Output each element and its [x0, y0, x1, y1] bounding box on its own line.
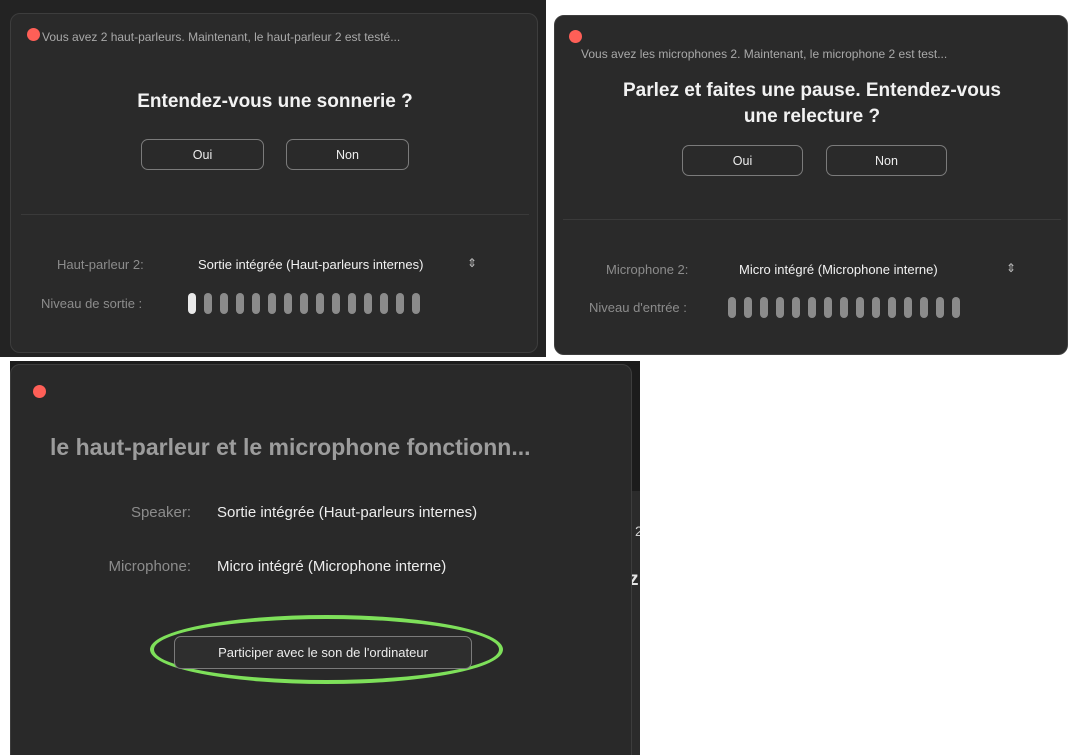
mic-test-window: Vous avez les microphones 2. Maintenant,…: [554, 15, 1068, 355]
result-panel: 2 z le haut-parleur et le microphone fon…: [10, 361, 640, 755]
yes-button[interactable]: Oui: [682, 145, 803, 176]
level-segment: [204, 293, 212, 314]
microphone-label: Microphone:: [108, 558, 191, 575]
speaker-test-question: Entendez-vous une sonnerie ?: [137, 91, 413, 112]
speaker-device-label: Haut-parleur 2:: [57, 257, 144, 272]
speaker-device-select[interactable]: Sortie intégrée (Haut-parleurs internes): [198, 257, 423, 272]
level-segment: [824, 297, 832, 318]
level-segment: [744, 297, 752, 318]
speaker-label: Speaker:: [130, 504, 191, 521]
mic-test-question-line1: Parlez et faites une pause. Entendez-vou…: [623, 80, 1001, 101]
close-icon[interactable]: [27, 28, 40, 41]
level-segment: [776, 297, 784, 318]
mic-test-question-line2: une relecture ?: [743, 106, 881, 127]
edge-fragment: 2: [635, 523, 640, 539]
no-button[interactable]: Non: [826, 145, 947, 176]
close-icon[interactable]: [569, 30, 582, 43]
mic-device-select[interactable]: Micro intégré (Microphone interne): [739, 262, 938, 277]
level-segment: [904, 297, 912, 318]
output-level-label: Niveau de sortie :: [41, 296, 143, 311]
speaker-test-window: Vous avez 2 haut-parleurs. Maintenant, l…: [10, 13, 538, 353]
up-down-chevron-icon[interactable]: ⇕: [467, 256, 477, 270]
level-segment: [348, 293, 356, 314]
level-segment: [316, 293, 324, 314]
mic-device-label: Microphone 2:: [606, 262, 689, 277]
level-segment: [952, 297, 960, 318]
level-segment: [920, 297, 928, 318]
level-segment: [284, 293, 292, 314]
level-segment: [188, 293, 196, 314]
level-segment: [220, 293, 228, 314]
level-segment: [236, 293, 244, 314]
microphone-value: Micro intégré (Microphone interne): [217, 558, 447, 575]
result-window: le haut-parleur et le microphone fonctio…: [10, 364, 632, 755]
level-segment: [856, 297, 864, 318]
mic-test-panel: Vous avez les microphones 2. Maintenant,…: [551, 13, 1068, 357]
section-divider: [563, 219, 1061, 220]
level-segment: [872, 297, 880, 318]
level-segment: [888, 297, 896, 318]
join-computer-audio-button[interactable]: Participer avec le son de l'ordinateur: [174, 636, 472, 669]
speaker-value: Sortie intégrée (Haut-parleurs internes): [217, 504, 478, 521]
level-segment: [936, 297, 944, 318]
yes-button[interactable]: Oui: [141, 139, 264, 170]
output-level-meter: [188, 293, 420, 314]
level-segment: [840, 297, 848, 318]
speaker-test-panel: Vous avez 2 haut-parleurs. Maintenant, l…: [0, 0, 546, 357]
level-segment: [808, 297, 816, 318]
close-icon[interactable]: [33, 385, 46, 398]
speaker-test-status: Vous avez 2 haut-parleurs. Maintenant, l…: [42, 30, 401, 44]
input-level-label: Niveau d'entrée :: [589, 300, 687, 315]
mic-test-status: Vous avez les microphones 2. Maintenant,…: [581, 47, 948, 61]
level-segment: [760, 297, 768, 318]
up-down-chevron-icon[interactable]: ⇕: [1006, 261, 1016, 275]
level-segment: [412, 293, 420, 314]
level-segment: [792, 297, 800, 318]
section-divider: [21, 214, 529, 215]
level-segment: [252, 293, 260, 314]
level-segment: [300, 293, 308, 314]
input-level-meter: [728, 297, 960, 318]
level-segment: [332, 293, 340, 314]
level-segment: [268, 293, 276, 314]
result-title: le haut-parleur et le microphone fonctio…: [50, 434, 531, 460]
level-segment: [364, 293, 372, 314]
level-segment: [728, 297, 736, 318]
level-segment: [380, 293, 388, 314]
level-segment: [396, 293, 404, 314]
no-button[interactable]: Non: [286, 139, 409, 170]
